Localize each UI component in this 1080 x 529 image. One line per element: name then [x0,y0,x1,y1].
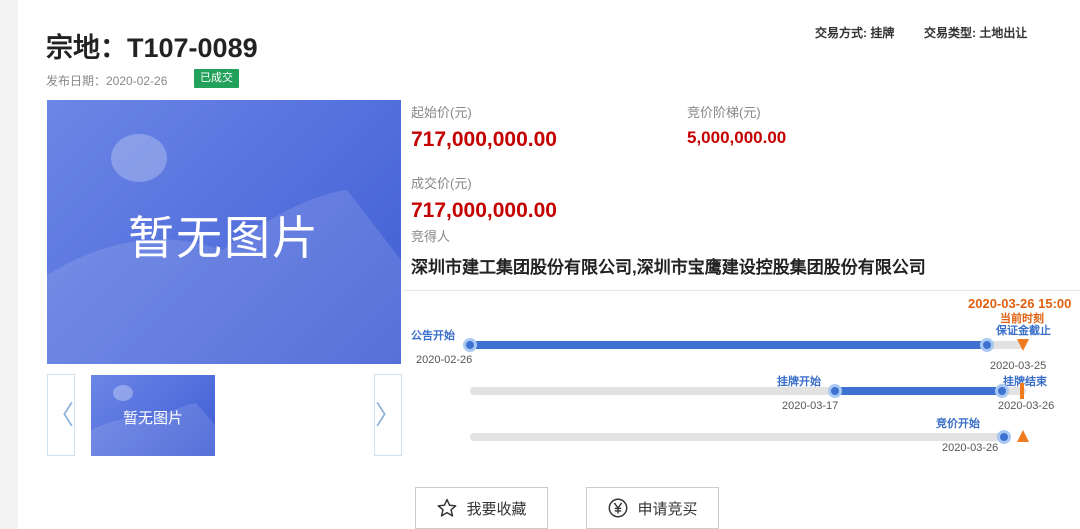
start-price-value: 717,000,000.00 [411,128,557,151]
listing-end-date: 2020-03-26 [998,400,1055,412]
apply-bid-button[interactable]: 申请竞买 [586,487,719,529]
thumbnail[interactable]: 暂无图片 [91,375,215,456]
trade-method: 交易方式: 挂牌 [815,26,895,40]
favorite-button-label: 我要收藏 [466,500,527,518]
listing-progress-fill [835,387,1003,395]
notice-start-label: 公告开始 [411,330,455,342]
thumb-next-button[interactable]: 〉 [374,374,402,456]
listing-start-dot [828,384,842,398]
deposit-deadline-dot [980,338,994,352]
bid-step-label: 竞价阶梯(元) [687,105,761,120]
start-price-label: 起始价(元) [411,105,472,120]
bidding-start-dot [997,430,1011,444]
image-placeholder-text: 暂无图片 [128,212,320,264]
trade-type: 交易类型: 土地出让 [924,26,1028,40]
current-time-marker-icon [1017,430,1029,442]
status-badge: 已成交 [194,69,239,88]
listing-end-dot [995,384,1009,398]
notice-progress-fill [470,341,990,349]
notice-start-dot [463,338,477,352]
winner-label: 竞得人 [411,229,451,244]
yen-icon [609,498,628,518]
divider [403,290,1080,291]
deal-price-value: 717,000,000.00 [411,199,557,222]
winner-value: 深圳市建工集团股份有限公司,深圳市宝鹰建设控股集团股份有限公司 [411,258,926,277]
page-title: 宗地：T107-0089 [46,33,258,63]
thumb-prev-button[interactable]: 〈 [47,374,75,456]
current-time-marker-icon [1020,383,1024,399]
bid-step-value: 5,000,000.00 [687,128,787,147]
favorite-button[interactable]: 我要收藏 [415,487,548,529]
notice-start-date: 2020-02-26 [416,354,473,366]
apply-bid-button-label: 申请竞买 [637,500,698,518]
current-time-marker-icon [1017,339,1029,351]
chevron-right-icon: 〉 [375,400,402,430]
bidding-start-label: 竞价开始 [936,418,980,430]
deposit-deadline-label: 保证金截止 [996,325,1051,337]
chevron-left-icon: 〈 [48,400,75,430]
current-time: 2020-03-26 15:00 [968,296,1072,311]
thumbnail-placeholder-text: 暂无图片 [122,410,183,427]
publish-date: 发布日期：2020-02-26 [46,74,168,88]
detail-card: 宗地：T107-0089 交易方式: 挂牌 交易类型: 土地出让 发布日期：20… [18,0,1080,529]
main-image-placeholder: 暂无图片 [47,100,401,364]
star-icon [438,498,457,517]
deposit-deadline-date: 2020-03-25 [990,360,1047,372]
deal-price-label: 成交价(元) [411,176,472,191]
listing-start-date: 2020-03-17 [782,400,839,412]
bidding-progress-track [470,433,1010,441]
bidding-start-date: 2020-03-26 [942,442,999,454]
